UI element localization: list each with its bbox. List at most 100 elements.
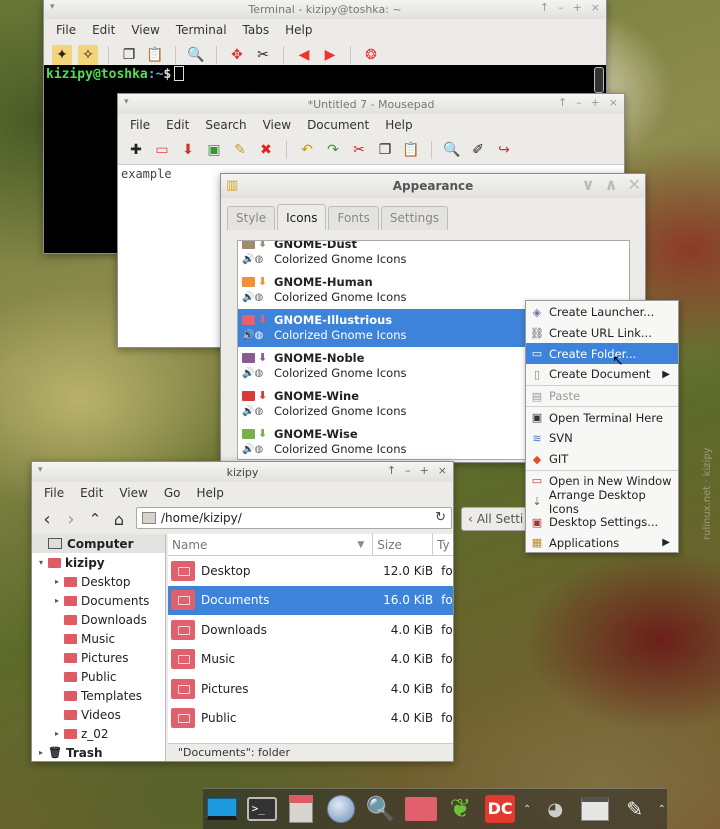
minimize-icon[interactable]: –	[576, 96, 582, 109]
find-icon[interactable]: 🔍	[442, 140, 462, 160]
fullscreen-icon[interactable]: ✥	[227, 45, 247, 65]
file-list[interactable]: Name▼ Size Ty Desktop12.0 KiBfolDocument…	[168, 534, 453, 743]
close-icon[interactable]: ×	[438, 464, 447, 477]
file-manager-window[interactable]: ▾ kizipy ↑ – + × File Edit View Go Help ‹ ›…	[31, 461, 454, 762]
maximize-icon[interactable]: +	[573, 1, 582, 14]
menu-file[interactable]: File	[122, 118, 158, 132]
menu-item-paste[interactable]: ▤ Paste	[526, 386, 678, 407]
appearance-titlebar[interactable]: ▥ Appearance ∨ ∧ ✕	[221, 174, 645, 198]
tab-icons[interactable]: Icons	[277, 204, 327, 230]
sidebar-item-public[interactable]: Public	[32, 667, 165, 686]
forward-icon[interactable]: ›	[62, 509, 80, 530]
maximize-icon[interactable]: +	[591, 96, 600, 109]
menu-help[interactable]: Help	[377, 118, 420, 132]
menu-view[interactable]: View	[123, 23, 167, 37]
reload-icon[interactable]: ↻	[435, 510, 446, 525]
menu-item-create-url-link[interactable]: ⛓ Create URL Link...	[526, 323, 678, 344]
parent-folder-icon[interactable]: ⌃	[86, 510, 104, 528]
sidebar-item-pictures[interactable]: Pictures	[32, 648, 165, 667]
sidebar-item-downloads[interactable]: Downloads	[32, 610, 165, 629]
menu-file[interactable]: File	[48, 23, 84, 37]
new-tab-icon[interactable]: ✦	[52, 45, 72, 65]
close-icon[interactable]: ×	[591, 1, 600, 14]
sidebar-item-music[interactable]: Music	[32, 629, 165, 648]
terminal-scrollbar[interactable]	[594, 67, 604, 93]
file-row[interactable]: Downloads 4.0 KiB fol	[168, 615, 453, 645]
shade-icon[interactable]: ∨	[582, 175, 595, 194]
menu-terminal[interactable]: Terminal	[168, 23, 235, 37]
search-icon[interactable]: 🔍	[186, 45, 206, 65]
terminal-launcher-icon[interactable]: >_	[245, 791, 279, 827]
path-input[interactable]: /home/kizipy/ ↻	[136, 507, 452, 529]
up-icon[interactable]: ↑	[387, 464, 396, 477]
tab-settings[interactable]: Settings	[380, 206, 449, 230]
preferences-icon[interactable]: ✂	[253, 45, 273, 65]
expander-icon[interactable]: ▸	[52, 729, 62, 738]
menu-item-desktop-settings[interactable]: ▣ Desktop Settings...	[526, 512, 678, 533]
menu-item-create-launcher[interactable]: ◈ Create Launcher...	[526, 302, 678, 323]
sidebar-item-videos[interactable]: Videos	[32, 705, 165, 724]
menu-item-applications[interactable]: ▦ Applications ▶	[526, 533, 678, 554]
file-row[interactable]: Music 4.0 KiB fol	[168, 645, 453, 675]
menu-help[interactable]: Help	[188, 486, 231, 500]
all-settings-button[interactable]: ‹ All Setti	[461, 507, 531, 531]
column-type[interactable]: Ty	[433, 534, 453, 555]
maximize-icon[interactable]: ∧	[605, 175, 618, 194]
paste-icon[interactable]: 📋	[145, 45, 165, 65]
menu-edit[interactable]: Edit	[158, 118, 197, 132]
new-document-icon[interactable]: ✚	[126, 140, 146, 160]
home-icon[interactable]: ⌂	[110, 510, 128, 529]
leaf-app-icon[interactable]: ❦	[444, 791, 478, 827]
show-desktop-icon[interactable]	[205, 791, 239, 827]
file-row[interactable]: Desktop 12.0 KiB fol	[168, 556, 453, 586]
redo-icon[interactable]: ↷	[323, 140, 343, 160]
sidebar-item-computer[interactable]: Computer	[32, 534, 165, 553]
help-icon[interactable]: ❂	[361, 45, 381, 65]
icon-theme-row[interactable]: ⬇ GNOME-Dust 🔊◍ Colorized Gnome Icons	[238, 241, 629, 271]
up-icon[interactable]: ↑	[558, 96, 567, 109]
sidebar-item-desktop[interactable]: ▸ Desktop	[32, 572, 165, 591]
menu-item-arrange-desktop-icons[interactable]: ⇣ Arrange Desktop Icons	[526, 488, 678, 516]
menu-view[interactable]: View	[111, 486, 155, 500]
cut-icon[interactable]: ✂	[349, 140, 369, 160]
menu-view[interactable]: View	[255, 118, 299, 132]
file-row[interactable]: Documents 16.0 KiB fol	[168, 585, 453, 615]
up-icon[interactable]: ↑	[540, 1, 549, 14]
chevron-up-icon[interactable]: ⌃	[658, 804, 667, 815]
menu-file[interactable]: File	[36, 486, 72, 500]
next-tab-icon[interactable]: ▶	[320, 45, 340, 65]
sidebar-item-trash[interactable]: ▸ 🗑 Trash	[32, 743, 165, 762]
copy-icon[interactable]: ❐	[375, 140, 395, 160]
menu-item-create-document[interactable]: ▯ Create Document ▶	[526, 364, 678, 385]
file-manager-launcher-icon[interactable]	[285, 791, 319, 827]
minimize-icon[interactable]: –	[405, 464, 411, 477]
mousepad-titlebar[interactable]: ▾ *Untitled 7 - Mousepad ↑ – + ×	[118, 94, 624, 114]
menu-document[interactable]: Document	[299, 118, 377, 132]
menu-tabs[interactable]: Tabs	[235, 23, 278, 37]
menu-edit[interactable]: Edit	[72, 486, 111, 500]
column-name[interactable]: Name ▼	[168, 534, 374, 555]
goto-icon[interactable]: ↪	[494, 140, 514, 160]
new-window-icon[interactable]: ✧	[78, 45, 98, 65]
menu-go[interactable]: Go	[156, 486, 189, 500]
tab-fonts[interactable]: Fonts	[328, 206, 379, 230]
file-row[interactable]: Public 4.0 KiB fol	[168, 704, 453, 734]
menu-edit[interactable]: Edit	[84, 23, 123, 37]
maximize-icon[interactable]: +	[420, 464, 429, 477]
archive-icon[interactable]	[578, 791, 612, 827]
copy-icon[interactable]: ❐	[119, 45, 139, 65]
sidebar-item-templates[interactable]: Templates	[32, 686, 165, 705]
save-as-icon[interactable]: ▣	[204, 140, 224, 160]
column-size[interactable]: Size	[373, 534, 434, 555]
open-icon[interactable]: ▭	[152, 140, 172, 160]
window-menu-icon[interactable]: ▾	[50, 2, 55, 12]
terminal-titlebar[interactable]: ▾ Terminal - kizipy@toshka: ~ ↑ – + ×	[44, 0, 606, 19]
expander-icon[interactable]: ▸	[52, 577, 62, 586]
sidebar-item-z-02[interactable]: ▸ z_02	[32, 724, 165, 743]
file-row[interactable]: Pictures 4.0 KiB fol	[168, 674, 453, 704]
back-icon[interactable]: ‹	[38, 509, 56, 530]
window-menu-icon[interactable]: ▾	[38, 465, 43, 475]
expander-icon[interactable]: ▸	[52, 596, 62, 605]
menu-item-svn[interactable]: ≋ SVN	[526, 428, 678, 449]
find-replace-icon[interactable]: ✐	[468, 140, 488, 160]
